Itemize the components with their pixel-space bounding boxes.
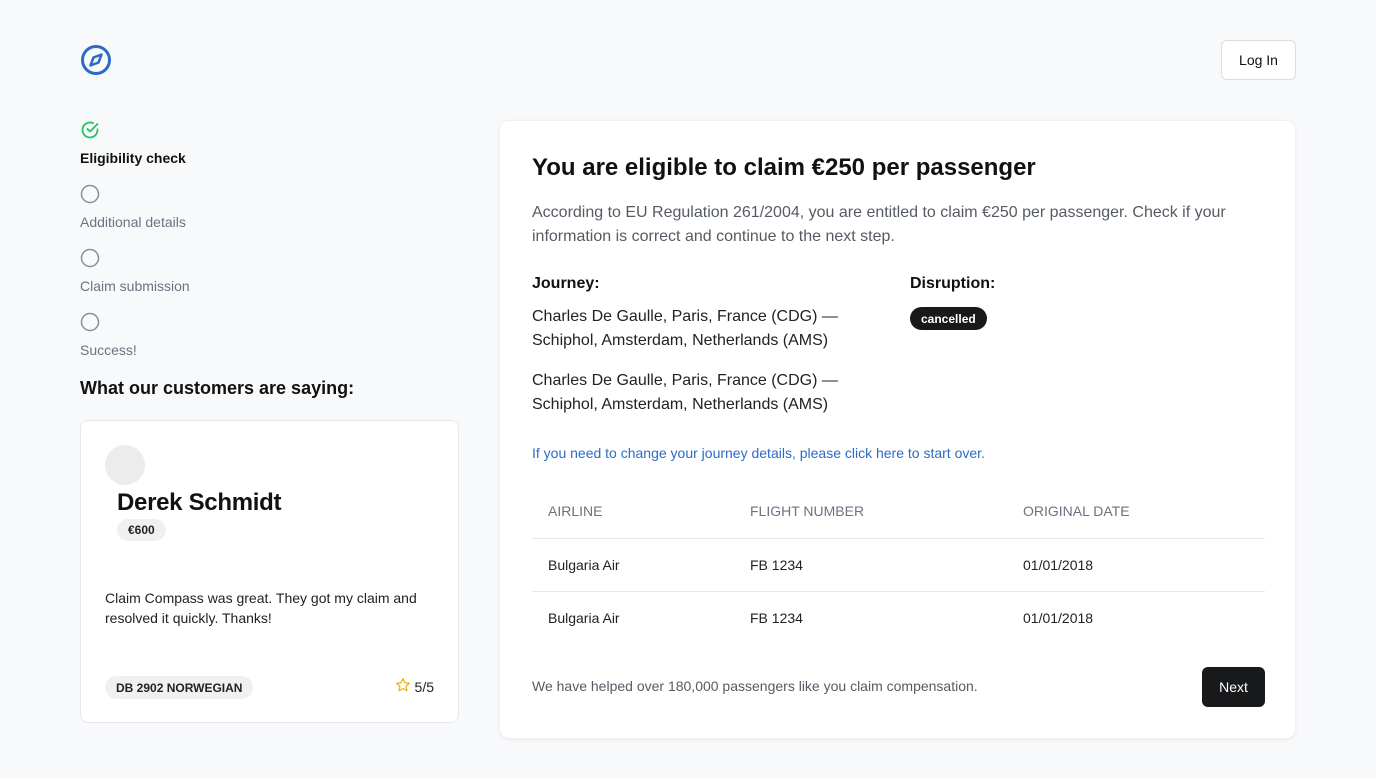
step-label: Success! <box>80 342 137 358</box>
step-additional-details: Additional details <box>80 184 460 248</box>
testimonials-heading: What our customers are saying: <box>80 378 355 398</box>
cell-flight-number: FB 1234 <box>734 538 1007 592</box>
login-button[interactable]: Log In <box>1221 40 1296 80</box>
step-success: Success! <box>80 312 460 376</box>
next-button[interactable]: Next <box>1202 667 1265 707</box>
start-over-link[interactable]: If you need to change your journey detai… <box>532 445 985 461</box>
disruption-label: Disruption: <box>910 275 996 292</box>
table-header-row: AIRLINE FLIGHT NUMBER ORIGINAL DATE <box>532 485 1265 539</box>
eligibility-result-card: You are eligible to claim €250 per passe… <box>499 120 1296 739</box>
cell-airline: Bulgaria Air <box>548 609 620 626</box>
column-header-original-date: ORIGINAL DATE <box>1007 485 1265 539</box>
testimonial-card: Derek Schmidt €600 Claim Compass was gre… <box>80 420 459 723</box>
table-row: Bulgaria Air FB 1234 01/01/2018 <box>532 591 1265 644</box>
step-eligibility-check: Eligibility check <box>80 120 460 184</box>
table-row: Bulgaria Air FB 1234 01/01/2018 <box>532 538 1265 592</box>
circle-icon <box>80 184 100 204</box>
column-header-airline: AIRLINE <box>532 485 734 539</box>
testimonial-quote: Claim Compass was great. They got my cla… <box>105 590 417 626</box>
compensation-badge: €600 <box>117 519 166 541</box>
journey-item: Charles De Gaulle, Paris, France (CDG) —… <box>532 372 838 413</box>
compass-logo-icon[interactable] <box>80 44 112 76</box>
check-circle-icon <box>80 120 100 140</box>
flight-badge: DB 2902 NORWEGIAN <box>105 676 254 699</box>
page-title: You are eligible to claim €250 per passe… <box>532 154 1036 181</box>
column-header-flight-number: FLIGHT NUMBER <box>734 485 1007 539</box>
cell-original-date: 01/01/2018 <box>1023 609 1094 626</box>
circle-icon <box>80 312 100 332</box>
rating: 5/5 <box>395 677 434 696</box>
cell-flight-number: FB 1234 <box>750 609 803 626</box>
progress-steps: Eligibility check Additional details Cla… <box>80 120 460 376</box>
journey-item: Charles De Gaulle, Paris, France (CDG) —… <box>532 308 838 349</box>
step-label: Eligibility check <box>80 150 186 166</box>
testimonial-name: Derek Schmidt <box>117 489 282 516</box>
journey-label: Journey: <box>532 275 600 292</box>
step-label: Claim submission <box>80 278 190 294</box>
circle-icon <box>80 248 100 268</box>
step-label: Additional details <box>80 214 186 230</box>
eligibility-description: According to EU Regulation 261/2004, you… <box>532 204 1226 245</box>
footer-note: We have helped over 180,000 passengers l… <box>532 678 978 694</box>
star-icon <box>395 677 415 696</box>
disruption-status-badge: cancelled <box>910 307 987 330</box>
cell-original-date: 01/01/2018 <box>1007 538 1265 592</box>
rating-value: 5/5 <box>414 678 434 695</box>
flights-table: AIRLINE FLIGHT NUMBER ORIGINAL DATE Bulg… <box>532 485 1265 644</box>
avatar <box>105 445 145 485</box>
step-claim-submission: Claim submission <box>80 248 460 312</box>
cell-airline: Bulgaria Air <box>532 538 734 592</box>
